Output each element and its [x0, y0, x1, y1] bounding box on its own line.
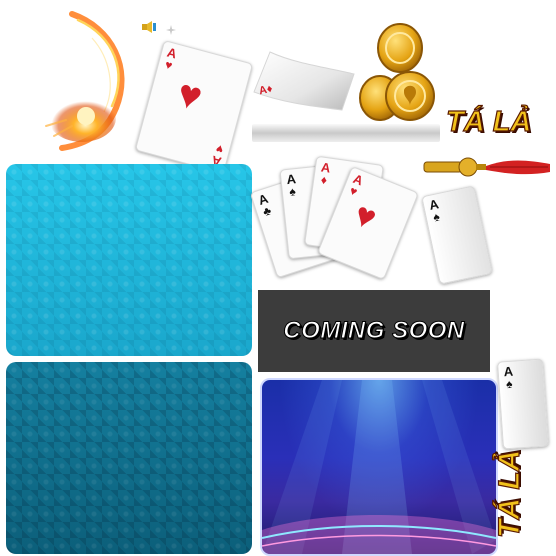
golden-tassel-icon: [422, 150, 552, 184]
ace-of-spades-tilted-card: A ♠: [421, 185, 493, 285]
speaker-icon: [141, 20, 159, 34]
game-title-logo: TÁ LẢ: [445, 105, 532, 138]
table-background-dark: [6, 362, 252, 554]
peeled-ace-of-diamonds-card: A♦: [250, 44, 356, 112]
ace-of-spades-side-card: A ♠: [496, 358, 550, 450]
heart-pip: ♥: [172, 71, 207, 120]
heart-pip: ♥: [348, 195, 382, 238]
coming-soon-label: COMING SOON: [283, 317, 465, 345]
silver-bar: [252, 124, 440, 142]
fire-comet-icon: [32, 8, 140, 158]
stage-background: [260, 378, 498, 556]
table-background-light: [6, 164, 252, 356]
card-rank: A ♥: [163, 44, 179, 73]
game-title-vertical: TÁ LẢ: [492, 449, 526, 539]
ace-of-hearts-card: A ♥ ♥ A ♥: [134, 40, 254, 174]
sparkle-icon: [166, 22, 176, 35]
gold-coins-icon: [356, 20, 436, 124]
